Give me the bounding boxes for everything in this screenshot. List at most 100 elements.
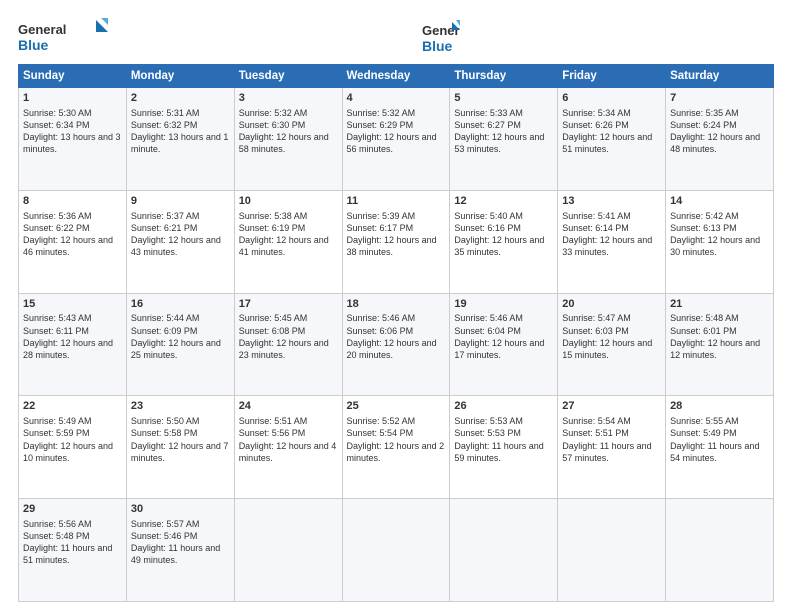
sunrise-text: Sunrise: 5:41 AM <box>562 211 631 221</box>
day-number: 20 <box>562 297 661 312</box>
day-number: 10 <box>239 194 338 209</box>
day-number: 1 <box>23 91 122 106</box>
day-number: 2 <box>131 91 230 106</box>
sunset-text: Sunset: 6:19 PM <box>239 223 306 233</box>
svg-text:Blue: Blue <box>422 38 453 54</box>
table-row: 21Sunrise: 5:48 AMSunset: 6:01 PMDayligh… <box>666 293 774 396</box>
daylight-text: Daylight: 12 hours and 17 minutes. <box>454 338 544 360</box>
day-number: 14 <box>670 194 769 209</box>
daylight-text: Daylight: 12 hours and 41 minutes. <box>239 235 329 257</box>
day-number: 18 <box>347 297 446 312</box>
daylight-text: Daylight: 11 hours and 59 minutes. <box>454 441 543 463</box>
sunrise-text: Sunrise: 5:52 AM <box>347 416 416 426</box>
svg-text:General: General <box>18 22 66 37</box>
sunrise-text: Sunrise: 5:48 AM <box>670 313 739 323</box>
table-row <box>450 499 558 602</box>
sunrise-text: Sunrise: 5:33 AM <box>454 108 523 118</box>
sunrise-text: Sunrise: 5:51 AM <box>239 416 308 426</box>
day-number: 3 <box>239 91 338 106</box>
day-number: 13 <box>562 194 661 209</box>
sunset-text: Sunset: 6:17 PM <box>347 223 414 233</box>
col-friday: Friday <box>558 65 666 88</box>
table-row: 25Sunrise: 5:52 AMSunset: 5:54 PMDayligh… <box>342 396 450 499</box>
calendar-week-row: 15Sunrise: 5:43 AMSunset: 6:11 PMDayligh… <box>19 293 774 396</box>
daylight-text: Daylight: 13 hours and 1 minute. <box>131 132 229 154</box>
daylight-text: Daylight: 12 hours and 58 minutes. <box>239 132 329 154</box>
calendar-table: Sunday Monday Tuesday Wednesday Thursday… <box>18 64 774 602</box>
day-number: 11 <box>347 194 446 209</box>
day-number: 8 <box>23 194 122 209</box>
table-row: 2Sunrise: 5:31 AMSunset: 6:32 PMDaylight… <box>126 88 234 191</box>
calendar-week-row: 29Sunrise: 5:56 AMSunset: 5:48 PMDayligh… <box>19 499 774 602</box>
sunset-text: Sunset: 5:48 PM <box>23 531 90 541</box>
sunrise-text: Sunrise: 5:55 AM <box>670 416 739 426</box>
day-number: 9 <box>131 194 230 209</box>
daylight-text: Daylight: 12 hours and 33 minutes. <box>562 235 652 257</box>
daylight-text: Daylight: 12 hours and 23 minutes. <box>239 338 329 360</box>
col-thursday: Thursday <box>450 65 558 88</box>
sunset-text: Sunset: 5:46 PM <box>131 531 198 541</box>
calendar-week-row: 22Sunrise: 5:49 AMSunset: 5:59 PMDayligh… <box>19 396 774 499</box>
table-row: 7Sunrise: 5:35 AMSunset: 6:24 PMDaylight… <box>666 88 774 191</box>
col-sunday: Sunday <box>19 65 127 88</box>
logo-svg: General Blue <box>18 18 108 54</box>
daylight-text: Daylight: 12 hours and 53 minutes. <box>454 132 544 154</box>
sunrise-text: Sunrise: 5:38 AM <box>239 211 308 221</box>
daylight-text: Daylight: 12 hours and 28 minutes. <box>23 338 113 360</box>
table-row: 19Sunrise: 5:46 AMSunset: 6:04 PMDayligh… <box>450 293 558 396</box>
sunrise-text: Sunrise: 5:32 AM <box>347 108 416 118</box>
table-row: 18Sunrise: 5:46 AM Sunset: 6:06 PM Dayligh… <box>342 293 450 396</box>
col-saturday: Saturday <box>666 65 774 88</box>
table-row: 20Sunrise: 5:47 AMSunset: 6:03 PMDayligh… <box>558 293 666 396</box>
sunset-text: Sunset: 5:51 PM <box>562 428 629 438</box>
sunrise-text: Sunrise: 5:35 AM <box>670 108 739 118</box>
daylight-text: Daylight: 12 hours and 10 minutes. <box>23 441 113 463</box>
daylight-text: Daylight: 12 hours and 35 minutes. <box>454 235 544 257</box>
col-tuesday: Tuesday <box>234 65 342 88</box>
table-row: 6Sunrise: 5:34 AMSunset: 6:26 PMDaylight… <box>558 88 666 191</box>
sunset-text: Sunset: 6:09 PM <box>131 326 198 336</box>
day-number: 23 <box>131 399 230 414</box>
table-row <box>234 499 342 602</box>
sunset-text: Sunset: 6:06 PM <box>347 326 414 336</box>
table-row: 4Sunrise: 5:32 AMSunset: 6:29 PMDaylight… <box>342 88 450 191</box>
daylight-text: Daylight: 12 hours and 7 minutes. <box>131 441 229 463</box>
daylight-text: Daylight: 12 hours and 25 minutes. <box>131 338 221 360</box>
table-row: 27Sunrise: 5:54 AMSunset: 5:51 PMDayligh… <box>558 396 666 499</box>
daylight-text: Daylight: 12 hours and 15 minutes. <box>562 338 652 360</box>
sunset-text: Sunset: 6:08 PM <box>239 326 306 336</box>
table-row: 28Sunrise: 5:55 AMSunset: 5:49 PMDayligh… <box>666 396 774 499</box>
sunrise-text: Sunrise: 5:50 AM <box>131 416 200 426</box>
table-row: 11Sunrise: 5:39 AMSunset: 6:17 PMDayligh… <box>342 190 450 293</box>
page: General Blue General Blue Sunday Monday … <box>0 0 792 612</box>
table-row: 29Sunrise: 5:56 AMSunset: 5:48 PMDayligh… <box>19 499 127 602</box>
daylight-text: Daylight: 12 hours and 48 minutes. <box>670 132 760 154</box>
calendar-header-row: Sunday Monday Tuesday Wednesday Thursday… <box>19 65 774 88</box>
logo-bird-icon: General Blue <box>422 18 460 56</box>
sunset-text: Sunset: 5:49 PM <box>670 428 737 438</box>
col-monday: Monday <box>126 65 234 88</box>
day-number: 5 <box>454 91 553 106</box>
daylight-text: Daylight: 12 hours and 20 minutes. <box>347 338 437 360</box>
table-row <box>558 499 666 602</box>
sunrise-text: Sunrise: 5:44 AM <box>131 313 200 323</box>
sunrise-text: Sunrise: 5:34 AM <box>562 108 631 118</box>
daylight-text: Daylight: 11 hours and 57 minutes. <box>562 441 651 463</box>
table-row: 10 Sunrise: 5:38 AM Sunset: 6:19 PM Dayligh… <box>234 190 342 293</box>
sunrise-text: Sunrise: 5:57 AM <box>131 519 200 529</box>
sunrise-text: Sunrise: 5:46 AM <box>347 313 416 323</box>
sunrise-text: Sunrise: 5:31 AM <box>131 108 200 118</box>
table-row: 8Sunrise: 5:36 AMSunset: 6:22 PMDaylight… <box>19 190 127 293</box>
daylight-text: Daylight: 13 hours and 3 minutes. <box>23 132 121 154</box>
sunrise-text: Sunrise: 5:37 AM <box>131 211 200 221</box>
day-number: 17 <box>239 297 338 312</box>
calendar-week-row: 8Sunrise: 5:36 AMSunset: 6:22 PMDaylight… <box>19 190 774 293</box>
sunset-text: Sunset: 6:26 PM <box>562 120 629 130</box>
sunset-text: Sunset: 6:11 PM <box>23 326 89 336</box>
daylight-text: Daylight: 11 hours and 54 minutes. <box>670 441 759 463</box>
sunset-text: Sunset: 6:21 PM <box>131 223 198 233</box>
svg-text:Blue: Blue <box>18 37 49 53</box>
sunrise-text: Sunrise: 5:46 AM <box>454 313 523 323</box>
sunrise-text: Sunrise: 5:49 AM <box>23 416 92 426</box>
table-row: 9Sunrise: 5:37 AMSunset: 6:21 PMDaylight… <box>126 190 234 293</box>
